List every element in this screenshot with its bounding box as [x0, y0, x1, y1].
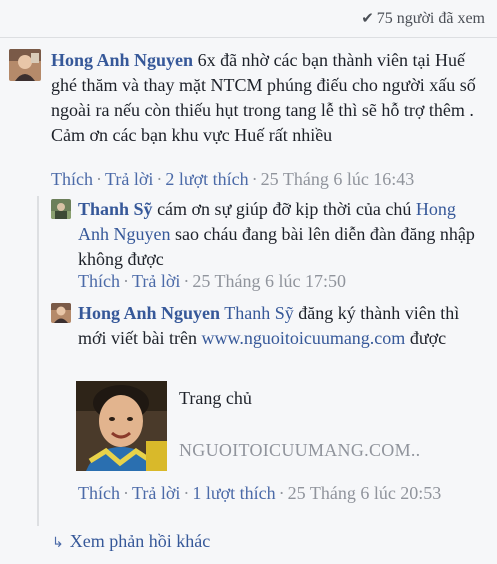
- author-name[interactable]: Thanh Sỹ: [78, 199, 153, 219]
- more-replies-link[interactable]: ↳ Xem phản hồi khác: [52, 531, 210, 552]
- author-name[interactable]: Hong Anh Nguyen: [78, 303, 220, 323]
- link-preview-image[interactable]: [76, 381, 167, 471]
- seen-count[interactable]: ✔ 75 người đã xem: [361, 9, 485, 28]
- divider: [0, 37, 497, 38]
- mention-link[interactable]: Thanh Sỹ: [224, 303, 294, 323]
- checkmark-icon: ✔: [361, 11, 374, 27]
- link-preview-domain[interactable]: NGUOITOICUUMANG.COM..: [179, 440, 420, 461]
- reply-text: cám ơn sự giúp đỡ kịp thời của chú: [157, 199, 412, 219]
- reply-body: Hong Anh Nguyen Thanh Sỹ đăng ký thành v…: [78, 301, 487, 351]
- reply-thread-line: [37, 196, 39, 526]
- reply-text-continued: được: [409, 328, 447, 348]
- reply-link[interactable]: Trả lời: [105, 169, 153, 189]
- likes-count-link[interactable]: 2 lượt thích: [165, 169, 248, 189]
- website-link[interactable]: www.nguoitoicuumang.com: [202, 328, 406, 348]
- reply-link[interactable]: Trả lời: [132, 483, 180, 503]
- reply-actions: Thích · Trả lời · 1 lượt thích · 25 Tháng 6 lú…: [78, 483, 442, 503]
- author-name[interactable]: Hong Anh Nguyen: [51, 50, 193, 70]
- avatar[interactable]: [51, 199, 71, 219]
- comment-body: Hong Anh Nguyen 6x đã nhờ các bạn thành …: [51, 48, 487, 148]
- reply-body: Thanh Sỹ cám ơn sự giúp đỡ kịp thời của …: [78, 197, 487, 272]
- link-preview-title[interactable]: Trang chủ: [179, 388, 252, 409]
- comment-actions: Thích · Trả lời · 2 lượt thích · 25 Tháng 6 lú…: [51, 169, 415, 189]
- avatar[interactable]: [9, 49, 41, 81]
- reply-arrow-icon: ↳: [52, 535, 64, 551]
- timestamp[interactable]: 25 Tháng 6 lúc 17:50: [192, 271, 346, 291]
- timestamp[interactable]: 25 Tháng 6 lúc 20:53: [288, 483, 442, 503]
- reply-actions: Thích · Trả lời · 25 Tháng 6 lúc 17:50: [78, 271, 347, 291]
- likes-count-link[interactable]: 1 lượt thích: [192, 483, 275, 503]
- like-link[interactable]: Thích: [78, 271, 120, 291]
- timestamp[interactable]: 25 Tháng 6 lúc 16:43: [261, 169, 415, 189]
- reply-link[interactable]: Trả lời: [132, 271, 180, 291]
- like-link[interactable]: Thích: [78, 483, 120, 503]
- like-link[interactable]: Thích: [51, 169, 93, 189]
- avatar[interactable]: [51, 303, 71, 323]
